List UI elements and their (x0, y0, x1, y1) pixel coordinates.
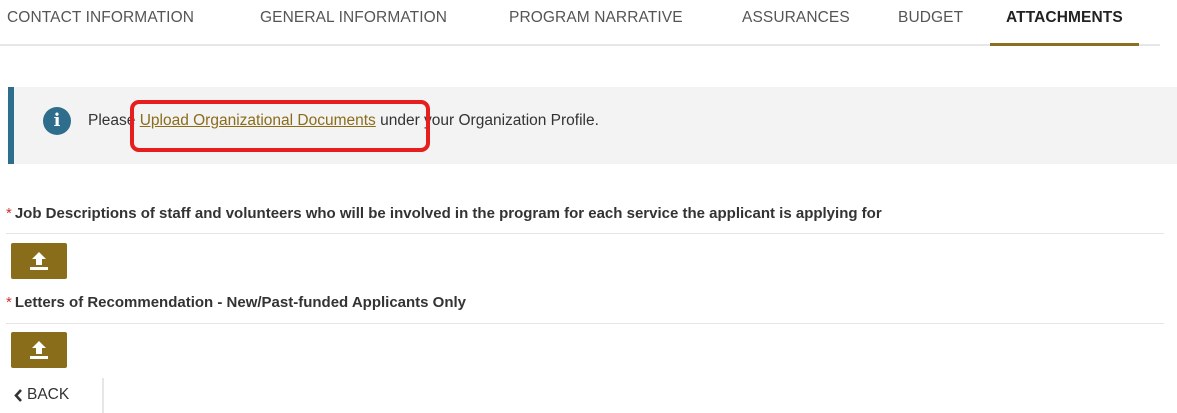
required-mark: * (6, 205, 12, 222)
divider (6, 233, 1164, 234)
letters-of-recommendation-label-text: Letters of Recommendation - New/Past-fun… (14, 294, 467, 311)
chevron-left-icon (14, 389, 22, 402)
letters-of-recommendation-upload-button[interactable] (11, 332, 67, 368)
tab-assurances[interactable]: ASSURANCES (742, 0, 850, 44)
upload-icon (30, 341, 48, 359)
info-notice: i Please Upload Organizational Documents… (8, 87, 1177, 164)
upload-organizational-documents-link[interactable]: Upload Organizational Documents (140, 112, 376, 129)
notice-suffix: under your Organization Profile. (375, 112, 599, 129)
notice-text: Please Upload Organizational Documents u… (88, 112, 599, 130)
letters-of-recommendation-label: * Letters of Recommendation - New/Past-fu… (6, 294, 466, 311)
job-descriptions-upload-button[interactable] (11, 243, 67, 279)
job-descriptions-label: * Job Descriptions of staff and volunteer… (6, 205, 882, 222)
back-button[interactable]: BACK (0, 378, 104, 413)
tab-program-narrative[interactable]: PROGRAM NARRATIVE (509, 0, 683, 44)
notice-prefix: Please (88, 112, 140, 129)
job-descriptions-label-text: Job Descriptions of staff and volunteers… (14, 205, 882, 222)
tab-contact-information[interactable]: CONTACT INFORMATION (7, 0, 194, 44)
divider (6, 323, 1164, 324)
upload-icon (30, 252, 48, 270)
info-icon: i (43, 107, 71, 135)
tab-attachments[interactable]: ATTACHMENTS (990, 0, 1139, 46)
tab-bar: CONTACT INFORMATION GENERAL INFORMATION … (0, 0, 1160, 46)
required-mark: * (6, 294, 12, 311)
tab-budget[interactable]: BUDGET (898, 0, 963, 44)
back-label: BACK (27, 386, 70, 403)
tab-general-information[interactable]: GENERAL INFORMATION (260, 0, 447, 44)
